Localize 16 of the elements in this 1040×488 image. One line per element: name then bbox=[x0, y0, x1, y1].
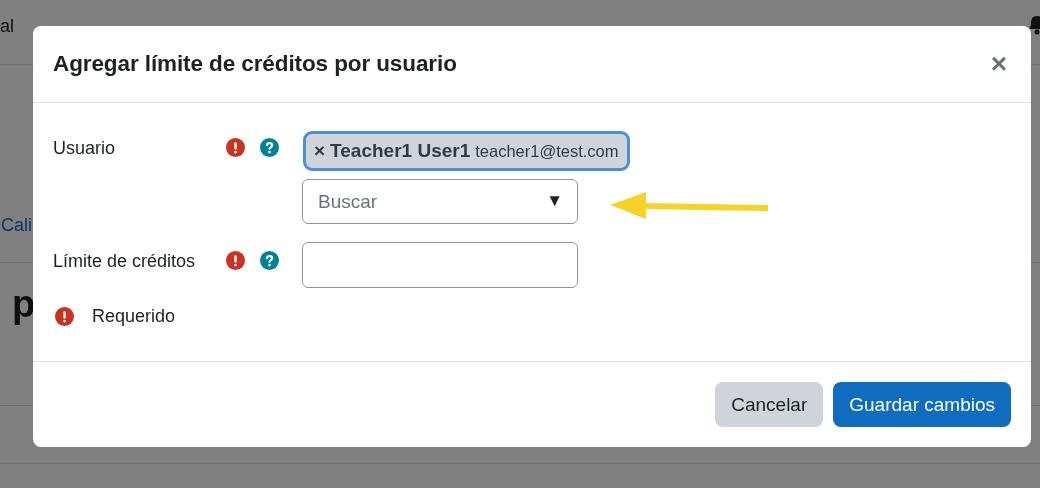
selected-user-tag[interactable]: × Teacher1 User1 teacher1@test.com bbox=[303, 131, 630, 171]
help-icon[interactable] bbox=[260, 251, 279, 270]
caret-icon[interactable]: ▼ bbox=[546, 191, 563, 211]
field-label: Usuario bbox=[53, 137, 116, 159]
dialog-title: Agregar límite de créditos por usuario bbox=[53, 51, 457, 77]
save-button[interactable]: Guardar cambios bbox=[833, 382, 1011, 427]
page-heading: p bbox=[12, 283, 36, 326]
input-field[interactable] bbox=[302, 242, 578, 288]
field-label: Límite de créditos bbox=[53, 250, 196, 272]
nav-link[interactable]: al bbox=[0, 16, 14, 37]
required-icon bbox=[55, 307, 74, 326]
required-legend: Requerido bbox=[92, 306, 176, 327]
tab-link[interactable]: Cali bbox=[0, 215, 32, 235]
cancel-button[interactable]: Cancelar bbox=[715, 382, 824, 427]
close-button[interactable]: × bbox=[986, 50, 1011, 78]
help-icon[interactable] bbox=[260, 138, 279, 157]
